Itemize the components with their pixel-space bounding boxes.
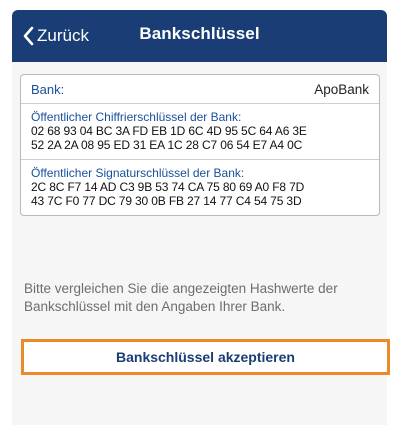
accept-keys-label: Bankschlüssel akzeptieren [116,349,295,365]
encryption-key-block: Öffentlicher Chiffrierschlüssel der Bank… [21,104,379,159]
app-screen: Zurück Bankschlüssel Bank: ApoBank Öffen… [0,0,395,425]
bank-label: Bank: [31,81,65,97]
signature-key-title: Öffentlicher Signaturschlüssel der Bank: [31,166,245,180]
signature-key-block: Öffentlicher Signaturschlüssel der Bank:… [21,159,379,215]
encryption-key-line: 02 68 93 04 BC 3A FD EB 1D 6C 4D 95 5C 6… [31,124,307,138]
bank-row: Bank: ApoBank [21,75,379,104]
encryption-key-title: Öffentlicher Chiffrierschlüssel der Bank… [31,110,242,124]
signature-key-line: 2C 8C F7 14 AD C3 9B 53 74 CA 75 80 69 A… [31,180,305,194]
signature-key-line: 43 7C F0 77 DC 79 30 0B FB 27 14 77 C4 5… [31,194,302,208]
bank-name: ApoBank [314,81,369,97]
navigation-bar: Zurück Bankschlüssel [12,10,387,62]
hint-text: Bitte vergleichen Sie die angezeigten Ha… [24,281,338,314]
encryption-key-line: 52 2A 2A 08 95 ED 31 EA 1C 28 C7 06 54 E… [31,138,303,152]
bank-key-card: Bank: ApoBank Öffentlicher Chiffrierschl… [20,74,380,216]
accept-keys-button[interactable]: Bankschlüssel akzeptieren [21,339,390,375]
page-title: Bankschlüssel [139,24,260,43]
